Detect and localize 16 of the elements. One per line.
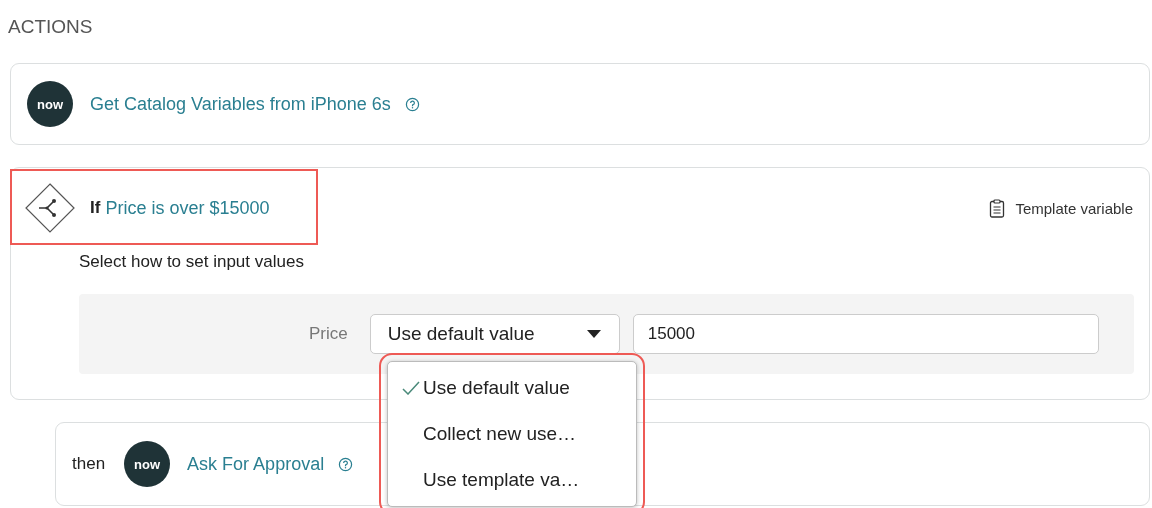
action-link[interactable]: Get Catalog Variables from iPhone 6s <box>90 93 391 115</box>
logo-badge: now <box>124 441 171 487</box>
template-variable-link[interactable]: Template variable <box>1015 199 1133 217</box>
menu-option[interactable]: Use default value <box>388 365 636 411</box>
menu-option[interactable]: Collect new use… <box>388 411 636 457</box>
field-label: Price <box>309 324 348 344</box>
logo-badge: now <box>27 81 73 127</box>
instruction-text: Select how to set input values <box>79 252 305 272</box>
if-keyword: If <box>90 198 101 218</box>
section-heading: ACTIONS <box>8 16 94 39</box>
mode-dropdown[interactable]: Use default value <box>369 314 620 354</box>
value-input[interactable]: 15000 <box>632 314 1099 354</box>
condition-link[interactable]: Price is over $15000 <box>105 197 270 219</box>
then-keyword: then <box>72 454 106 474</box>
menu-option[interactable]: Use template va… <box>388 457 636 503</box>
action-link[interactable]: Ask For Approval <box>187 453 325 475</box>
